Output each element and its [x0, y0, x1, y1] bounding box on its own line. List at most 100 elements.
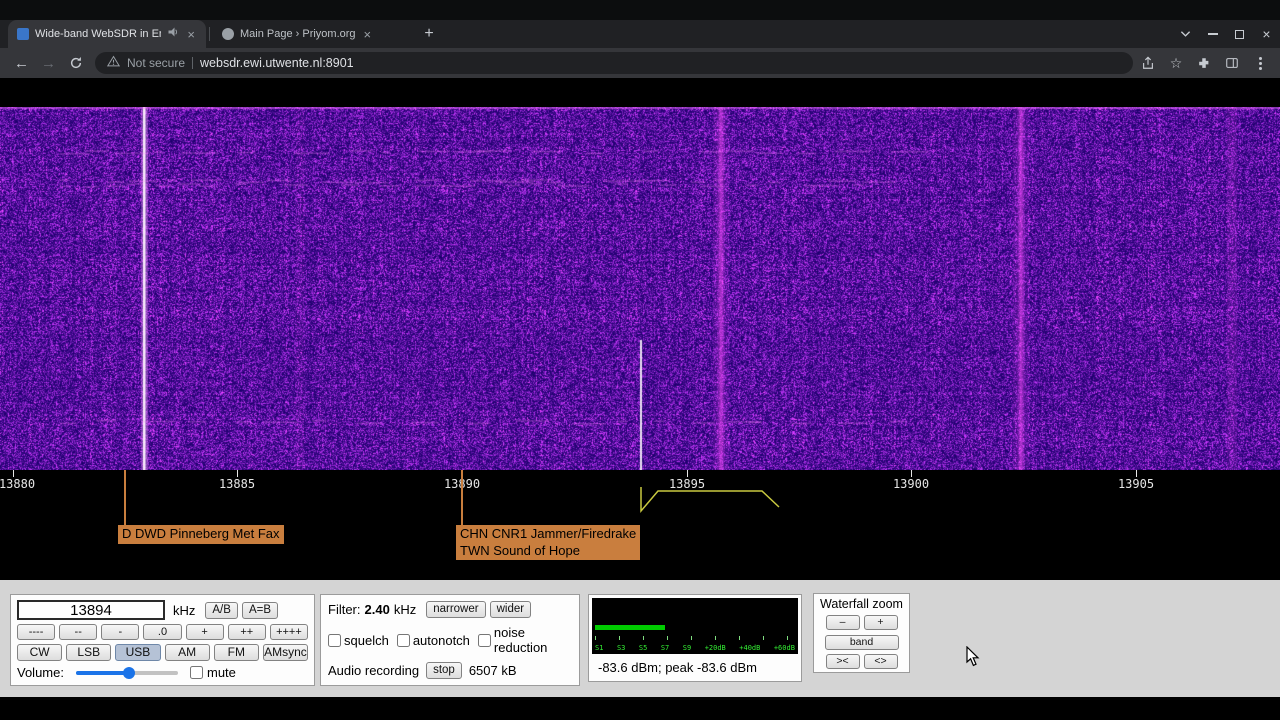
step-up-4-button[interactable]: ++++: [270, 624, 308, 640]
station-label-dwd[interactable]: D DWD Pinneberg Met Fax: [118, 525, 284, 544]
waterfall-zoom-title: Waterfall zoom: [820, 597, 903, 611]
smeter-display: S1 S3 S5 S7 S9 +20dB +40dB +60dB: [592, 598, 798, 654]
tab-separator: [209, 27, 210, 41]
station-marker-line: [461, 470, 463, 525]
side-panel-icon[interactable]: [1218, 50, 1246, 77]
bookmark-star-icon[interactable]: ☆: [1162, 50, 1190, 77]
control-panel: kHz A/B A=B ---- -- - .0 + ++ ++++ CW LS…: [0, 580, 1280, 697]
mode-lsb-button[interactable]: LSB: [66, 644, 111, 661]
signal-reading: -83.6 dBm; peak -83.6 dBm: [592, 654, 798, 675]
window-frame-bottom: [0, 697, 1280, 720]
passband-indicator[interactable]: [0, 483, 1280, 518]
browser-toolbar: ← → Not secure websdr.ewi.utwente.nl:890…: [0, 48, 1280, 78]
narrower-button[interactable]: narrower: [426, 601, 485, 618]
station-marker-line: [124, 470, 126, 525]
zoom-in-button[interactable]: ><: [826, 654, 860, 669]
zoom-band-button[interactable]: band: [825, 635, 899, 650]
autonotch-label: autonotch: [413, 633, 470, 648]
scale-tick: [1136, 470, 1137, 477]
mute-label: mute: [207, 665, 236, 680]
noise-reduction-checkbox[interactable]: [478, 634, 491, 647]
scale-tick: [911, 470, 912, 477]
browser-menu-icon[interactable]: [1246, 50, 1274, 77]
mode-cw-button[interactable]: CW: [17, 644, 62, 661]
smeter-bar: [595, 625, 665, 630]
screen: Wide-band WebSDR in Ensch × Main Page › …: [0, 0, 1280, 720]
reload-button[interactable]: [62, 50, 89, 77]
tab-audio-icon[interactable]: [167, 25, 179, 43]
ab-button[interactable]: A/B: [205, 602, 238, 619]
tab-close-icon[interactable]: ×: [362, 28, 374, 41]
frequency-unit-label: kHz: [173, 603, 195, 618]
zoom-minus-button[interactable]: –: [826, 615, 860, 630]
squelch-label: squelch: [344, 633, 389, 648]
mute-checkbox[interactable]: [190, 666, 203, 679]
a-eq-b-button[interactable]: A=B: [242, 602, 278, 619]
stop-recording-button[interactable]: stop: [426, 662, 462, 679]
not-secure-icon: [107, 54, 120, 72]
step-down-4-button[interactable]: ----: [17, 624, 55, 640]
filter-unit: kHz: [394, 602, 416, 617]
browser-tabstrip: Wide-band WebSDR in Ensch × Main Page › …: [0, 20, 1280, 48]
mode-usb-button[interactable]: USB: [115, 644, 160, 661]
tab-priyom[interactable]: Main Page › Priyom.org ×: [213, 20, 411, 48]
audio-recording-label: Audio recording: [328, 663, 419, 678]
wider-button[interactable]: wider: [490, 601, 531, 618]
tab-search-chevron-icon[interactable]: [1172, 20, 1199, 48]
forward-button[interactable]: →: [35, 50, 62, 77]
scale-tick: [687, 470, 688, 477]
station-label-text: CHN CNR1 Jammer/Firedrake: [460, 526, 636, 543]
volume-label: Volume:: [17, 665, 64, 680]
smeter-box: S1 S3 S5 S7 S9 +20dB +40dB +60dB -83.6 dBm; pea…: [588, 594, 802, 682]
frequency-input[interactable]: [17, 600, 165, 620]
waterfall-zoom-box: Waterfall zoom – + band >< <>: [813, 593, 910, 673]
window-controls: ×: [1172, 20, 1280, 48]
websdr-favicon: [17, 28, 29, 40]
filter-value: 2.40: [365, 602, 390, 617]
scale-tick: [237, 470, 238, 477]
volume-slider-thumb[interactable]: [123, 667, 135, 679]
step-down-1-button[interactable]: -: [101, 624, 139, 640]
station-label-text: TWN Sound of Hope: [460, 543, 636, 560]
mode-amsync-button[interactable]: AMsync: [263, 644, 308, 661]
mode-fm-button[interactable]: FM: [214, 644, 259, 661]
step-round-button[interactable]: .0: [143, 624, 181, 640]
step-up-1-button[interactable]: +: [186, 624, 224, 640]
zoom-out-button[interactable]: <>: [864, 654, 898, 669]
step-up-2-button[interactable]: ++: [228, 624, 266, 640]
new-tab-button[interactable]: +: [418, 23, 440, 45]
share-icon[interactable]: [1134, 50, 1162, 77]
toolbar-icons: ☆: [1134, 50, 1280, 77]
mode-am-button[interactable]: AM: [165, 644, 210, 661]
filter-box: Filter: 2.40 kHz narrower wider squelch …: [320, 594, 580, 686]
window-maximize-button[interactable]: [1226, 20, 1253, 48]
tab-title: Wide-band WebSDR in Ensch: [35, 28, 161, 40]
recorded-size: 6507 kB: [469, 663, 517, 678]
security-label: Not secure: [127, 56, 185, 70]
window-close-button[interactable]: ×: [1253, 20, 1280, 48]
tuner-box: kHz A/B A=B ---- -- - .0 + ++ ++++ CW LS…: [10, 594, 315, 686]
address-bar[interactable]: Not secure websdr.ewi.utwente.nl:8901: [95, 52, 1133, 74]
volume-slider[interactable]: [76, 671, 178, 675]
step-down-2-button[interactable]: --: [59, 624, 97, 640]
extensions-puzzle-icon[interactable]: [1190, 50, 1218, 77]
noise-reduction-label: noise reduction: [494, 625, 572, 655]
tab-title: Main Page › Priyom.org: [240, 28, 356, 40]
url-text: websdr.ewi.utwente.nl:8901: [200, 56, 354, 70]
back-button[interactable]: ←: [8, 50, 35, 77]
station-label-text: D DWD Pinneberg Met Fax: [122, 526, 280, 543]
tab-websdr[interactable]: Wide-band WebSDR in Ensch ×: [8, 20, 206, 48]
window-frame-top: [0, 0, 1280, 20]
station-label-cnr1[interactable]: CHN CNR1 Jammer/Firedrake TWN Sound of H…: [456, 525, 640, 560]
scale-tick: [13, 470, 14, 477]
websdr-content: 13880 13885 13890 13895 13900 13905 D DW…: [0, 78, 1280, 580]
tab-close-icon[interactable]: ×: [185, 28, 197, 41]
omnibox-divider: [192, 57, 193, 69]
autonotch-checkbox[interactable]: [397, 634, 410, 647]
filter-label: Filter:: [328, 602, 361, 617]
zoom-plus-button[interactable]: +: [864, 615, 898, 630]
waterfall-display[interactable]: [0, 107, 1280, 470]
smeter-ticks: [595, 636, 795, 640]
window-minimize-button[interactable]: [1199, 20, 1226, 48]
squelch-checkbox[interactable]: [328, 634, 341, 647]
